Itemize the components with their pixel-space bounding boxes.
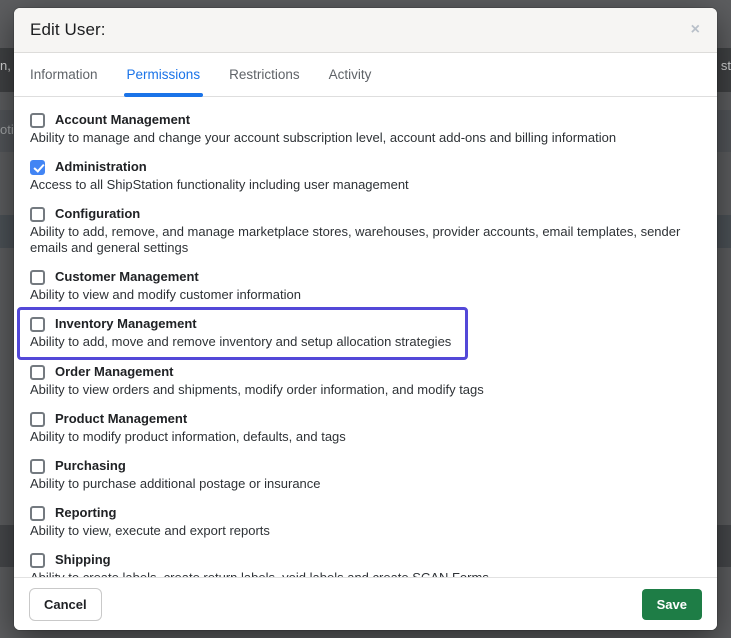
permission-label: Administration <box>55 159 147 175</box>
permission-description: Ability to purchase additional postage o… <box>30 476 701 492</box>
permission-label: Customer Management <box>55 269 199 285</box>
permission-description: Ability to modify product information, d… <box>30 429 701 445</box>
order-management-checkbox[interactable] <box>30 365 45 380</box>
permission-label: Inventory Management <box>55 316 197 332</box>
permission-item-order-management: Order Management Ability to view orders … <box>30 364 701 398</box>
dialog-tabs: Information Permissions Restrictions Act… <box>14 53 717 97</box>
tab-restrictions[interactable]: Restrictions <box>229 53 300 96</box>
permission-label: Shipping <box>55 552 111 568</box>
administration-checkbox[interactable] <box>30 160 45 175</box>
permission-description: Ability to view and modify customer info… <box>30 287 701 303</box>
permission-label: Reporting <box>55 505 116 521</box>
permission-label: Configuration <box>55 206 140 222</box>
permission-item-reporting: Reporting Ability to view, execute and e… <box>30 505 701 539</box>
permission-label: Account Management <box>55 112 190 128</box>
tab-activity[interactable]: Activity <box>329 53 372 96</box>
permission-description: Ability to add, move and remove inventor… <box>30 334 455 350</box>
permission-description: Access to all ShipStation functionality … <box>30 177 701 193</box>
save-button[interactable]: Save <box>642 589 702 620</box>
permission-description: Ability to manage and change your accoun… <box>30 130 701 146</box>
shipping-checkbox[interactable] <box>30 553 45 568</box>
configuration-checkbox[interactable] <box>30 207 45 222</box>
dialog-header: Edit User: × <box>14 8 717 53</box>
dialog-title: Edit User: <box>30 20 106 40</box>
permissions-list: Account Management Ability to manage and… <box>14 97 717 586</box>
permission-description: Ability to add, remove, and manage marke… <box>30 224 701 256</box>
product-management-checkbox[interactable] <box>30 412 45 427</box>
reporting-checkbox[interactable] <box>30 506 45 521</box>
permission-item-administration: Administration Access to all ShipStation… <box>30 159 701 193</box>
permission-item-inventory-management: Inventory Management Ability to add, mov… <box>17 307 468 360</box>
background-text-fragment: st <box>721 58 731 73</box>
permission-label: Order Management <box>55 364 173 380</box>
permission-item-product-management: Product Management Ability to modify pro… <box>30 411 701 445</box>
edit-user-dialog: Edit User: × Information Permissions Res… <box>14 8 717 630</box>
inventory-management-checkbox[interactable] <box>30 317 45 332</box>
permission-item-customer-management: Customer Management Ability to view and … <box>30 269 701 303</box>
customer-management-checkbox[interactable] <box>30 270 45 285</box>
account-management-checkbox[interactable] <box>30 113 45 128</box>
permission-label: Purchasing <box>55 458 126 474</box>
permission-label: Product Management <box>55 411 187 427</box>
permission-item-account-management: Account Management Ability to manage and… <box>30 112 701 146</box>
permission-item-purchasing: Purchasing Ability to purchase additiona… <box>30 458 701 492</box>
purchasing-checkbox[interactable] <box>30 459 45 474</box>
permission-item-configuration: Configuration Ability to add, remove, an… <box>30 206 701 256</box>
permission-description: Ability to view orders and shipments, mo… <box>30 382 701 398</box>
dialog-footer: Cancel Save <box>14 577 717 630</box>
close-icon[interactable]: × <box>687 18 704 42</box>
tab-information[interactable]: Information <box>30 53 98 96</box>
permission-description: Ability to view, execute and export repo… <box>30 523 701 539</box>
tab-permissions[interactable]: Permissions <box>127 53 201 96</box>
cancel-button[interactable]: Cancel <box>29 588 102 621</box>
